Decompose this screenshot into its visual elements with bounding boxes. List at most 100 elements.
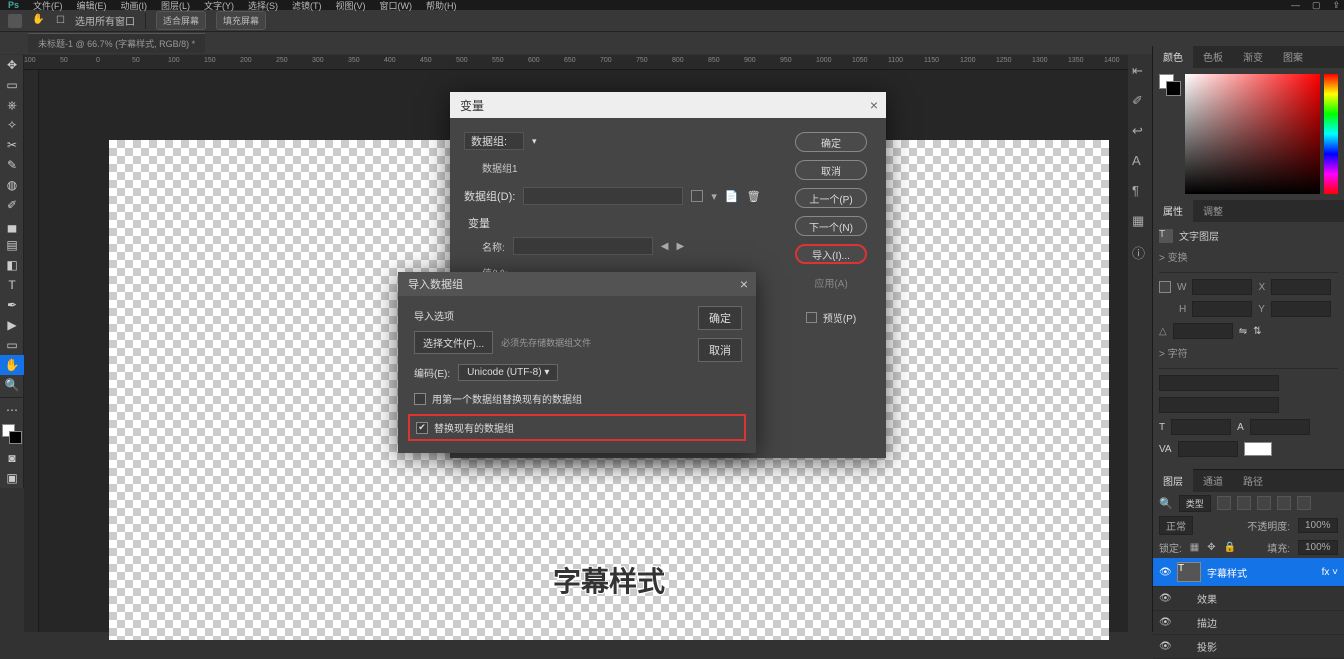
fill-field[interactable]: 100% [1298, 540, 1338, 555]
expand-icon[interactable]: ⇤ [1132, 63, 1148, 79]
zoom-tool[interactable]: 🔍 [0, 375, 24, 395]
mask-mode[interactable]: ◙ [0, 448, 24, 468]
tab-channels[interactable]: 通道 [1193, 469, 1233, 492]
prev-button[interactable]: 上一个(P) [795, 188, 867, 208]
share-icon[interactable]: ⇪ [1332, 0, 1340, 11]
char-section-header[interactable]: > 字符 [1159, 345, 1338, 360]
menu-item[interactable]: 帮助(H) [426, 0, 457, 12]
fx-badge[interactable]: fx ˅ [1322, 567, 1338, 578]
char-panel-icon[interactable]: A [1132, 153, 1148, 169]
layer-fx-item[interactable]: 👁 投影 [1153, 635, 1344, 659]
dropdown-icon[interactable] [691, 190, 703, 202]
menu-item[interactable]: 编辑(E) [77, 0, 107, 12]
menu-item[interactable]: 滤镜(T) [292, 0, 322, 12]
heal-tool[interactable]: ◍ [0, 175, 24, 195]
menu-item[interactable]: 文字(Y) [204, 0, 234, 12]
flip-v-icon[interactable]: ⇅ [1253, 326, 1261, 337]
layer-fx-item[interactable]: 👁 效果 [1153, 587, 1344, 611]
replace-first-checkbox[interactable]: 用第一个数据组替换现有的数据组 [414, 391, 740, 406]
visibility-icon[interactable]: 👁 [1159, 641, 1171, 652]
lasso-tool[interactable]: ⎈ [0, 95, 24, 115]
filter-smart-icon[interactable] [1297, 496, 1311, 510]
hand-tool[interactable]: ✋ [0, 355, 24, 375]
screen-mode[interactable]: ▣ [0, 468, 24, 488]
flip-h-icon[interactable]: ⇋ [1239, 326, 1247, 337]
datasets-input[interactable] [523, 187, 683, 205]
visibility-icon[interactable]: 👁 [1159, 593, 1171, 604]
blend-mode-select[interactable]: 正常 [1159, 516, 1193, 535]
tab-gradient[interactable]: 渐变 [1233, 45, 1273, 68]
document-tab[interactable]: 未标题-1 @ 66.7% (字幕样式, RGB/8) * [28, 33, 205, 53]
menu-item[interactable]: 图层(L) [161, 0, 190, 12]
lock-pixels-icon[interactable]: ▦ [1190, 542, 1199, 553]
path-tool[interactable]: ▶ [0, 315, 24, 335]
fg-bg-picker[interactable] [1159, 74, 1181, 96]
close-icon[interactable]: × [870, 97, 878, 113]
font-size-field[interactable] [1171, 419, 1231, 435]
import-button[interactable]: 导入(I)... [795, 244, 867, 264]
apply-button[interactable]: 应用(A) [795, 272, 867, 292]
ok-button[interactable]: 确定 [698, 306, 742, 330]
tab-layers[interactable]: 图层 [1153, 469, 1193, 492]
tab-swatches[interactable]: 色板 [1193, 45, 1233, 68]
x-field[interactable] [1271, 279, 1331, 295]
new-dataset-icon[interactable]: 📄 [725, 190, 739, 203]
hue-slider[interactable] [1324, 74, 1338, 194]
filter-adj-icon[interactable] [1237, 496, 1251, 510]
section-select[interactable]: 数据组: [464, 132, 524, 150]
y-field[interactable] [1271, 301, 1331, 317]
opt-btn[interactable]: 填充屏幕 [216, 11, 266, 30]
dialog-titlebar[interactable]: 变量 × [450, 92, 886, 118]
leading-field[interactable] [1250, 419, 1310, 435]
gradient-tool[interactable]: ◧ [0, 255, 24, 275]
delete-dataset-icon[interactable]: 🗑 [747, 190, 761, 203]
font-style-field[interactable] [1159, 397, 1279, 413]
more-tools[interactable]: ⋯ [0, 400, 24, 420]
var-name-field[interactable] [513, 237, 653, 255]
marquee-tool[interactable]: ▭ [0, 75, 24, 95]
home-icon[interactable] [8, 14, 22, 28]
h-field[interactable] [1192, 301, 1252, 317]
menu-item[interactable]: 动画(I) [121, 0, 148, 12]
tab-adjust[interactable]: 调整 [1193, 199, 1233, 222]
filter-shape-icon[interactable] [1277, 496, 1291, 510]
prev-var-icon[interactable]: ◀ [661, 241, 669, 252]
subtitle-text-layer[interactable]: 字幕样式 [553, 560, 665, 600]
opacity-field[interactable]: 100% [1298, 518, 1338, 533]
search-icon[interactable]: 🔍 [1159, 497, 1173, 510]
lock-pos-icon[interactable]: ✥ [1207, 542, 1215, 553]
cancel-button[interactable]: 取消 [795, 160, 867, 180]
stamp-tool[interactable]: ▄ [0, 215, 24, 235]
tracking-field[interactable] [1178, 441, 1238, 457]
move-tool[interactable]: ✥ [0, 55, 24, 75]
color-swatch[interactable] [1244, 442, 1272, 456]
shape-tool[interactable]: ▭ [0, 335, 24, 355]
menu-item[interactable]: 选择(S) [248, 0, 278, 12]
minimize-icon[interactable]: — [1291, 0, 1300, 11]
lock-all-icon[interactable]: 🔒 [1224, 542, 1236, 553]
brush-panel-icon[interactable]: ✐ [1132, 93, 1148, 109]
wand-tool[interactable]: ✧ [0, 115, 24, 135]
close-icon[interactable]: × [740, 276, 748, 292]
next-var-icon[interactable]: ▶ [676, 241, 684, 252]
info-panel-icon[interactable]: ⓘ [1132, 243, 1148, 259]
filter-pixel-icon[interactable] [1217, 496, 1231, 510]
menu-item[interactable]: 文件(F) [33, 0, 63, 12]
visibility-icon[interactable]: 👁 [1159, 617, 1171, 628]
select-file-button[interactable]: 选择文件(F)... [414, 331, 493, 354]
tab-pattern[interactable]: 图案 [1273, 45, 1313, 68]
color-field[interactable] [1185, 74, 1320, 194]
menu-item[interactable]: 视图(V) [336, 0, 366, 12]
layer-fx-item[interactable]: 👁 描边 [1153, 611, 1344, 635]
checkbox[interactable]: ☐ [56, 15, 65, 26]
pen-tool[interactable]: ✒ [0, 295, 24, 315]
replace-existing-checkbox[interactable]: 替换现有的数据组 [416, 420, 738, 435]
crop-tool[interactable]: ✂ [0, 135, 24, 155]
tab-color[interactable]: 颜色 [1153, 45, 1193, 68]
menu-item[interactable]: 窗口(W) [380, 0, 413, 12]
eraser-tool[interactable]: ▤ [0, 235, 24, 255]
hand-tool-icon[interactable]: ✋ [32, 14, 46, 28]
eyedrop-tool[interactable]: ✎ [0, 155, 24, 175]
ok-button[interactable]: 确定 [795, 132, 867, 152]
filter-type-icon[interactable] [1257, 496, 1271, 510]
